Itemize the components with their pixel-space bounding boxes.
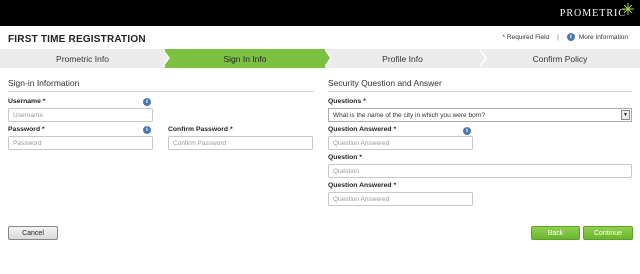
back-button[interactable]: Back xyxy=(531,226,580,240)
more-information-link[interactable]: More Information xyxy=(579,34,628,41)
required-field-note: * Required Field xyxy=(502,33,550,41)
signin-section-title: Sign-in Information xyxy=(8,78,80,88)
answer-info-icon[interactable]: i xyxy=(463,127,471,135)
security-divider xyxy=(328,91,632,92)
header-legend: * Required Field | i More Information xyxy=(503,33,628,41)
confirm-password-label: Confirm Password * xyxy=(168,126,233,133)
top-bar: PROMETRIC xyxy=(0,0,640,26)
password-label: Password * xyxy=(8,126,45,133)
answer2-input[interactable]: Question Answered xyxy=(328,192,473,206)
step-separator xyxy=(324,49,330,67)
answer1-label: Question Answered * xyxy=(328,126,397,133)
answer1-input[interactable]: Question Answered xyxy=(328,136,473,150)
question-input[interactable]: Question xyxy=(328,164,632,178)
username-input[interactable]: Username xyxy=(8,108,153,122)
questions-label: Questions * xyxy=(328,98,366,105)
step-separator xyxy=(162,49,168,67)
page-title: FIRST TIME REGISTRATION xyxy=(8,34,146,45)
signin-divider xyxy=(8,91,314,92)
security-section-title: Security Question and Answer xyxy=(328,78,442,88)
username-label: Username * xyxy=(8,98,46,105)
step-sign-in-info: Sign In Info xyxy=(165,49,325,68)
prometric-logo: PROMETRIC xyxy=(559,8,626,19)
progress-steps: Prometric Info Sign In Info Profile Info… xyxy=(0,49,640,68)
step-profile-info: Profile Info xyxy=(325,49,480,68)
confirm-password-input[interactable]: Confirm Password xyxy=(168,136,313,150)
continue-button[interactable]: Continue xyxy=(583,226,633,240)
password-input[interactable]: Password xyxy=(8,136,153,150)
questions-select[interactable]: What is the name of the city in which yo… xyxy=(328,108,632,122)
cancel-button[interactable]: Cancel xyxy=(8,226,58,240)
header-divider: | xyxy=(557,33,559,41)
step-confirm-policy: Confirm Policy xyxy=(480,49,640,68)
password-info-icon[interactable]: i xyxy=(143,126,151,134)
step-prometric-info: Prometric Info xyxy=(0,49,165,68)
step-separator xyxy=(479,49,485,67)
question-label: Question * xyxy=(328,154,363,161)
info-icon: i xyxy=(566,33,575,41)
username-info-icon[interactable]: i xyxy=(143,98,151,106)
chevron-down-icon[interactable]: ▼ xyxy=(621,110,630,120)
answer2-label: Question Answered * xyxy=(328,182,397,189)
questions-selected-value: What is the name of the city in which yo… xyxy=(333,112,486,119)
